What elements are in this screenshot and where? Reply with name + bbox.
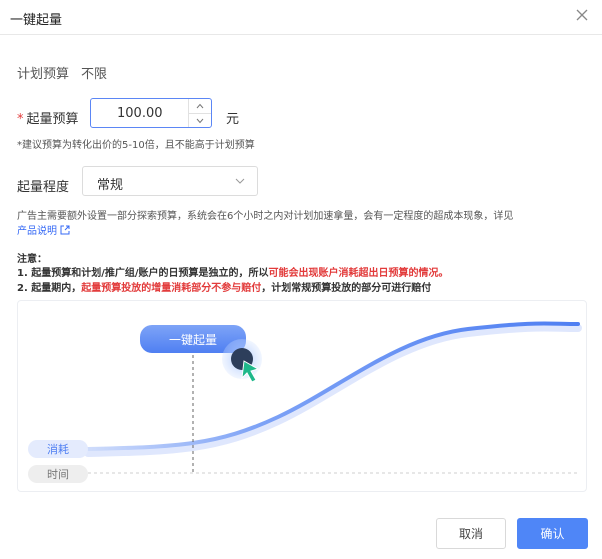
required-mark: * xyxy=(17,112,24,127)
plan-budget-value: 不限 xyxy=(81,67,108,82)
confirm-button[interactable]: 确认 xyxy=(517,518,588,549)
dialog-header: 一键起量 xyxy=(0,0,602,35)
notice-1-warning: 可能会出现账户消耗超出日预算的情况。 xyxy=(268,268,449,279)
stepper-down-icon[interactable] xyxy=(189,114,211,128)
x-axis-label: 时间 xyxy=(47,468,69,481)
budget-hint: *建议预算为转化出价的5-10倍，且不能高于计划预算 xyxy=(17,140,255,151)
boost-illustration: 一键起量 消耗 时间 xyxy=(17,300,587,492)
boost-budget-label-text: 起量预算 xyxy=(26,112,79,127)
boost-pill-label: 一键起量 xyxy=(169,333,217,347)
cancel-button[interactable]: 取消 xyxy=(436,518,506,549)
external-link-icon[interactable] xyxy=(60,225,70,235)
product-doc-link[interactable]: 产品说明 xyxy=(17,226,57,237)
notice-1-text: 1. 起量预算和计划/推广组/账户的日预算是独立的，所以 xyxy=(17,268,269,279)
illustration-canvas: 一键起量 消耗 时间 xyxy=(28,321,582,483)
notice-2-text-b: ，计划常规预算投放的部分可进行赔付 xyxy=(261,283,432,294)
stepper-up-icon[interactable] xyxy=(189,99,211,114)
boost-level-value[interactable]: 常规 xyxy=(97,174,123,193)
notice-2-warning: 起量预算投放的增量消耗部分不参与赔付 xyxy=(81,283,262,294)
boost-budget-value[interactable]: 100.00 xyxy=(117,106,163,121)
description-text: 广告主需要额外设置一部分探索预算，系统会在6个小时之内对计划加速拿量，会有一定程… xyxy=(17,211,514,222)
close-icon[interactable] xyxy=(572,5,592,25)
budget-unit: 元 xyxy=(226,112,240,127)
boost-budget-input[interactable]: 100.00 xyxy=(90,98,212,128)
notice-item-2: 2. 起量期内，起量预算投放的增量消耗部分不参与赔付，计划常规预算投放的部分可进… xyxy=(17,279,431,294)
notice-2-text-a: 2. 起量期内， xyxy=(17,283,82,294)
boost-level-select[interactable]: 常规 xyxy=(82,166,258,196)
chevron-down-icon xyxy=(235,178,245,184)
boost-level-label: 起量程度 xyxy=(17,180,70,195)
y-axis-label: 消耗 xyxy=(47,442,69,456)
boost-budget-label: * 起量预算 xyxy=(17,108,79,127)
notice-item-1: 1. 起量预算和计划/推广组/账户的日预算是独立的，所以可能会出现账户消耗超出日… xyxy=(17,264,449,279)
plan-budget-label: 计划预算 xyxy=(17,67,70,82)
budget-stepper[interactable] xyxy=(188,99,211,127)
boost-description: 广告主需要额外设置一部分探索预算，系统会在6个小时之内对计划加速拿量，会有一定程… xyxy=(17,209,587,239)
dialog-title: 一键起量 xyxy=(10,13,63,28)
notice-title: 注意： xyxy=(17,254,47,265)
